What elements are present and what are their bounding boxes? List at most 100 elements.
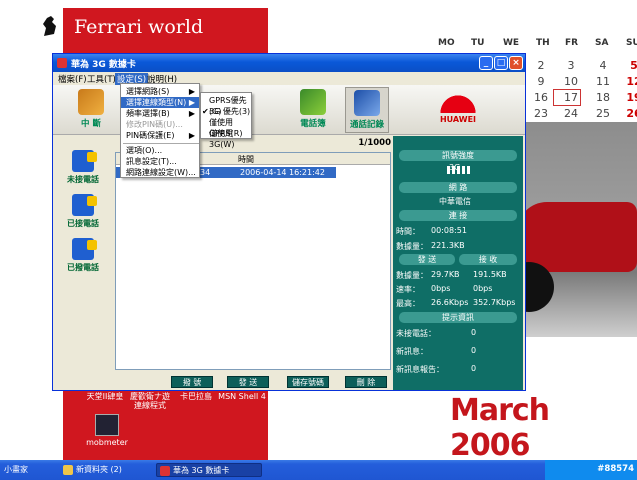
send-header: 發 送 [399, 254, 455, 265]
menu-item-label: 選擇連線類型(N) [126, 98, 187, 107]
desktop-icon-label[interactable]: 慶歡衛ナ遊 [128, 392, 172, 401]
calendar-today-box [553, 89, 581, 106]
dial-button[interactable]: 撥 號 [171, 376, 213, 388]
calendar-date: 2 [537, 59, 545, 72]
menu-item-label: 訊息設定(T)... [126, 157, 177, 166]
sidebar-item-received[interactable]: 已接電話 [59, 194, 107, 229]
send-button[interactable]: 發 送 [227, 376, 269, 388]
maximize-button[interactable]: □ [494, 56, 508, 70]
settings-dropdown-menu: 選擇網路(S) ▶ 選擇連線類型(N) ▶ 頻率選擇(B) ▶ 修改PIN碼(U)..… [120, 83, 200, 178]
data-volume-label: 數據量： [396, 271, 428, 280]
calendar-day-tu: TU [471, 38, 485, 48]
phonebook-icon [300, 89, 326, 115]
menu-item-pin-protect[interactable]: PIN碼保護(E) ▶ [121, 130, 199, 141]
save-number-button[interactable]: 儲存號碼 [287, 376, 329, 388]
app-icon [57, 58, 67, 68]
calendar-date: 24 [564, 107, 578, 120]
calendar-date: 3 [567, 59, 575, 72]
huawei-logo-text: HUAWEI [439, 115, 477, 124]
new-sms-label: 新訊息： [396, 347, 428, 356]
huawei-fan-icon [439, 91, 477, 113]
column-header-time[interactable]: 時間 [238, 154, 254, 165]
taskbar-item-folder[interactable]: 新資料夾 (2) [60, 463, 150, 477]
delete-button[interactable]: 刪 除 [345, 376, 387, 388]
menu-item-select-network[interactable]: 選擇網路(S) ▶ [121, 86, 199, 97]
taskbar-item-label: 小畫家 [4, 465, 28, 474]
max-label: 最高： [396, 299, 420, 308]
taskbar-item-paint[interactable]: 小畫家 [0, 463, 52, 477]
disconnect-button[interactable]: 中 斷 [69, 87, 113, 133]
huawei-logo: HUAWEI [428, 91, 488, 131]
menu-item-connection-type[interactable]: 選擇連線類型(N) ▶ [121, 97, 199, 108]
phonebook-label: 電話簿 [300, 119, 326, 129]
calendar-date: 11 [596, 75, 610, 88]
close-button[interactable]: × [509, 56, 523, 70]
sms-report-count: 0 [471, 364, 477, 373]
missed-calls-label: 未接電話： [396, 329, 436, 338]
menu-item-label: 僅使用 3G(W) [209, 129, 235, 149]
desktop-icon-label[interactable]: 卡巴拉島 [176, 392, 216, 401]
missed-calls-count: 0 [471, 328, 477, 337]
desktop-icon-sublabel: 連線程式 [134, 401, 166, 410]
call-log-icon [354, 90, 380, 116]
signal-strength-header: 訊號強度 [399, 150, 517, 161]
calendar-date: 16 [534, 91, 548, 104]
sidebar-item-label: 已接電話 [67, 219, 99, 228]
call-log-button[interactable]: 通話記錄 [345, 87, 389, 133]
calendar-date: 9 [537, 75, 545, 88]
calendar-day-th: TH [536, 38, 550, 48]
menu-item-label: 頻率選擇(B) [126, 109, 170, 118]
submenu-arrow-icon: ▶ [188, 98, 195, 107]
desktop-icon-label[interactable]: 天堂II肆皇 [85, 392, 125, 401]
menu-item-label: 網路連線設定(W)... [126, 168, 196, 177]
menu-file[interactable]: 檔案(F) [56, 73, 89, 85]
connection-time: 00:08:51 [431, 226, 467, 235]
calendar-date: 18 [596, 91, 610, 104]
menu-item-3g-only[interactable]: 僅使用 3G(W) [201, 128, 251, 149]
data-label: 數據量： [396, 242, 428, 251]
calendar-day-we: WE [503, 38, 520, 48]
total-data: 221.3KB [431, 241, 465, 250]
desktop-icon-label[interactable]: mobmeter [84, 438, 130, 447]
receive-max: 352.7Kbps [473, 298, 516, 307]
taskbar-item-huawei[interactable]: 華為 3G 數據卡 [156, 463, 262, 477]
taskbar-item-label: 華為 3G 數據卡 [173, 466, 230, 475]
info-header: 提示資訊 [399, 312, 517, 323]
calendar-date-sunday: 26 [626, 107, 637, 120]
network-operator: 中華電信 [439, 197, 471, 206]
sidebar-item-label: 已撥電話 [67, 263, 99, 272]
sidebar-item-missed[interactable]: 未接電話 [59, 150, 107, 185]
send-volume: 29.7KB [431, 270, 460, 279]
calendar-day-mo: MO [438, 38, 455, 48]
calendar-day-fr: FR [565, 38, 579, 48]
menu-item-message-settings[interactable]: 訊息設定(T)... [121, 156, 199, 167]
submenu-arrow-icon: ▶ [188, 109, 195, 118]
time-label: 時間： [396, 227, 420, 236]
desktop-icon-label[interactable]: MSN Shell 4 [218, 392, 266, 401]
menu-item-options[interactable]: 選項(O)... [121, 145, 199, 156]
calendar-date: 23 [534, 107, 548, 120]
calendar-weekday-header: MO TU WE TH FR SA SU [430, 38, 637, 52]
menu-item-gprs-only[interactable]: 僅使用GPRS(R) [201, 117, 251, 138]
window-titlebar[interactable]: 華為 3G 數據卡 _ □ × [53, 54, 525, 72]
menu-item-label: 3G 優先(3) [209, 107, 251, 116]
menu-item-3g-preferred[interactable]: ✔ 3G 優先(3) [201, 106, 251, 117]
disconnect-label: 中 斷 [81, 119, 101, 129]
call-list[interactable]: 號碼 時間 34 2006-04-14 16:21:42 [115, 152, 391, 370]
sidebar-item-dialed[interactable]: 已撥電話 [59, 238, 107, 273]
phonebook-button[interactable]: 電話簿 [291, 87, 335, 133]
receive-header: 接 收 [459, 254, 517, 265]
calendar-day-su: SU [626, 38, 637, 48]
menu-item-band-select[interactable]: 頻率選擇(B) ▶ [121, 108, 199, 119]
dialed-call-icon [72, 238, 97, 260]
calendar-day-sa: SA [595, 38, 609, 48]
minimize-button[interactable]: _ [479, 56, 493, 70]
menu-item-gprs-preferred[interactable]: GPRS優先(G) [201, 95, 251, 116]
calendar-date-sunday: 12 [626, 75, 637, 88]
mobmeter-icon[interactable] [95, 414, 119, 436]
send-rate: 0bps [431, 284, 451, 293]
menu-tools[interactable]: 工具(T) [85, 73, 118, 85]
menu-item-network-connection[interactable]: 網路連線設定(W)... [121, 167, 199, 178]
connection-status-panel: 訊號強度 3G 網 路 中華電信 連 接 時間： 00:08:51 數據量： 2… [393, 136, 523, 390]
ferrari-world-title: Ferrari world [74, 16, 204, 38]
